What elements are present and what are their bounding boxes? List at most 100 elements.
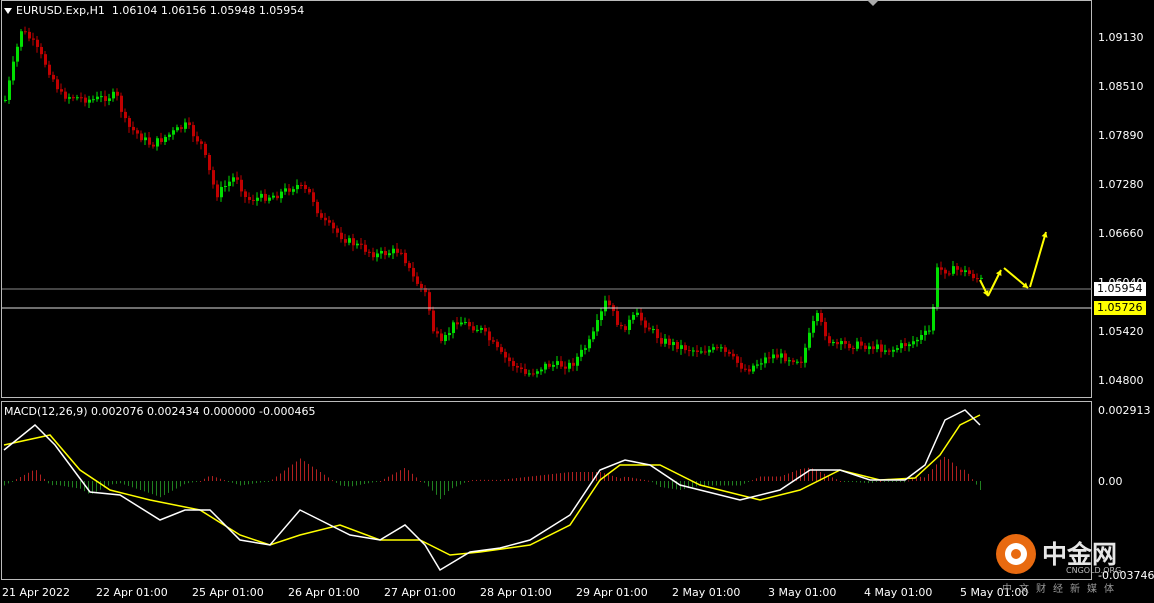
macd-histogram-bar (124, 481, 125, 485)
macd-histogram-bar (252, 481, 253, 484)
macd-histogram-bar (500, 479, 501, 481)
macd-histogram-bar (716, 481, 717, 486)
macd-histogram-bar (848, 481, 849, 482)
collapse-triangle-icon[interactable] (4, 8, 12, 14)
candle-body (804, 347, 807, 363)
macd-histogram-bar (272, 479, 273, 481)
candle-body (500, 347, 503, 352)
macd-histogram-bar (468, 481, 469, 482)
macd-histogram-bar (628, 477, 629, 481)
macd-histogram-bar (612, 475, 613, 481)
candle-body (416, 276, 419, 284)
macd-histogram-bar (544, 474, 545, 481)
candle-body (264, 193, 267, 201)
macd-histogram-bar (160, 481, 161, 498)
candle-body (736, 356, 739, 363)
macd-histogram-bar (852, 481, 853, 482)
candle-body (844, 341, 847, 344)
macd-histogram-bar (352, 481, 353, 487)
candle-body (528, 373, 531, 375)
candle-body (748, 369, 751, 372)
candle-body (352, 238, 355, 246)
macd-histogram-bar (736, 481, 737, 486)
candle-body (616, 311, 619, 325)
macd-histogram-bar (212, 476, 213, 481)
macd-histogram-bar (512, 478, 513, 481)
macd-histogram-bar (396, 472, 397, 481)
candle-body (980, 277, 983, 279)
candle-body (836, 341, 839, 345)
macd-histogram-bar (16, 479, 17, 481)
macd-histogram-bar (768, 476, 769, 481)
candle-body (88, 99, 91, 103)
candle-body (32, 38, 35, 40)
macd-histogram-bar (528, 476, 529, 481)
candle-body (776, 354, 779, 358)
candle-body (496, 341, 499, 348)
macd-histogram-bar (380, 481, 381, 482)
candle-body (48, 64, 51, 75)
candle-body (488, 331, 491, 341)
macd-histogram-bar (336, 481, 337, 483)
macd-histogram-bar (588, 472, 589, 481)
candle-body (196, 136, 199, 142)
macd-histogram-bar (508, 479, 509, 481)
macd-histogram-bar (932, 469, 933, 481)
candle-body (412, 267, 415, 277)
candle-body (724, 347, 727, 352)
candle-body (400, 252, 403, 254)
time-label: 26 Apr 01:00 (288, 586, 360, 599)
macd-histogram-bar (936, 464, 937, 481)
candle-body (484, 327, 487, 332)
macd-histogram-bar (776, 476, 777, 481)
candle-body (744, 368, 747, 370)
macd-histogram-bar (420, 481, 421, 482)
candle-body (40, 46, 43, 55)
candle-body (96, 96, 99, 100)
macd-histogram-bar (516, 478, 517, 481)
macd-histogram-bar (220, 478, 221, 481)
macd-histogram-bar (616, 477, 617, 481)
time-label: 22 Apr 01:00 (96, 586, 168, 599)
macd-histogram-bar (792, 472, 793, 481)
macd-histogram-bar (168, 481, 169, 493)
candle-body (244, 191, 247, 198)
candle-body (380, 250, 383, 254)
chart-canvas[interactable] (0, 0, 1154, 603)
macd-histogram-bar (72, 481, 73, 488)
candle-body (444, 335, 447, 342)
macd-histogram-bar (636, 478, 637, 481)
candle-body (240, 179, 243, 192)
candle-body (564, 366, 567, 369)
candle-body (932, 306, 935, 331)
macd-histogram-bar (928, 473, 929, 481)
macd-histogram-bar (308, 463, 309, 481)
macd-histogram-bar (432, 481, 433, 491)
candle-body (36, 39, 39, 47)
candle-body (100, 96, 103, 98)
macd-histogram-bar (416, 477, 417, 481)
candle-body (372, 252, 375, 258)
candle-body (792, 360, 795, 363)
candle-body (560, 361, 563, 367)
macd-histogram-bar (980, 481, 981, 490)
time-label: 27 Apr 01:00 (384, 586, 456, 599)
macd-histogram-bar (488, 479, 489, 481)
candle-body (640, 312, 643, 321)
macd-histogram-bar (684, 481, 685, 490)
macd-main-line (3, 409, 981, 572)
candle-body (172, 130, 175, 135)
macd-histogram-bar (552, 474, 553, 481)
macd-histogram-bar (136, 481, 137, 489)
candle-body (652, 329, 655, 331)
macd-histogram-bar (556, 473, 557, 481)
candle-body (404, 252, 407, 264)
candle-body (588, 339, 591, 349)
candle-body (864, 345, 867, 350)
macd-histogram-bar (708, 481, 709, 486)
candle-body (816, 313, 819, 322)
macd-histogram-bar (532, 476, 533, 481)
macd-histogram-bar (740, 481, 741, 486)
macd-histogram-bar (584, 472, 585, 481)
macd-histogram-bar (480, 479, 481, 481)
